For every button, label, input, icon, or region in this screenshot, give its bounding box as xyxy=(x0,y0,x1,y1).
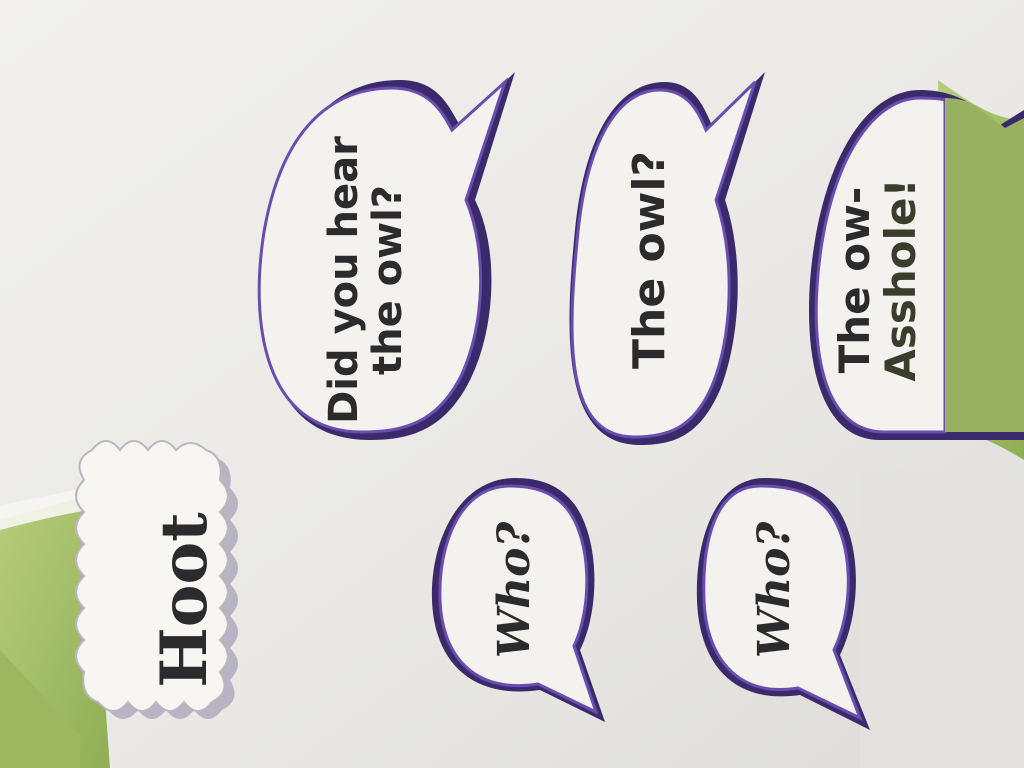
speech-bubble-3-green-part xyxy=(945,98,1024,432)
speech-bubble-1-text: Did you hear the owl? xyxy=(321,130,418,430)
speech-bubble-2-text: The owl? xyxy=(624,151,675,369)
paper-bottom-shade xyxy=(860,470,1024,768)
speech-bubble-1-line-2: the owl? xyxy=(365,185,411,375)
hoot-label: Hoot xyxy=(147,512,222,688)
speech-bubble-4-text: Who? xyxy=(489,521,540,659)
speech-bubble-3-line-1: The ow- xyxy=(832,186,879,374)
speech-bubble-1-line-1: Did you hear xyxy=(321,136,367,424)
speech-bubble-3-text: The ow- Asshole! xyxy=(832,160,928,400)
speech-bubble-3-line-2: Asshole! xyxy=(876,178,926,382)
speech-bubble-5-text: Who? xyxy=(749,521,800,659)
